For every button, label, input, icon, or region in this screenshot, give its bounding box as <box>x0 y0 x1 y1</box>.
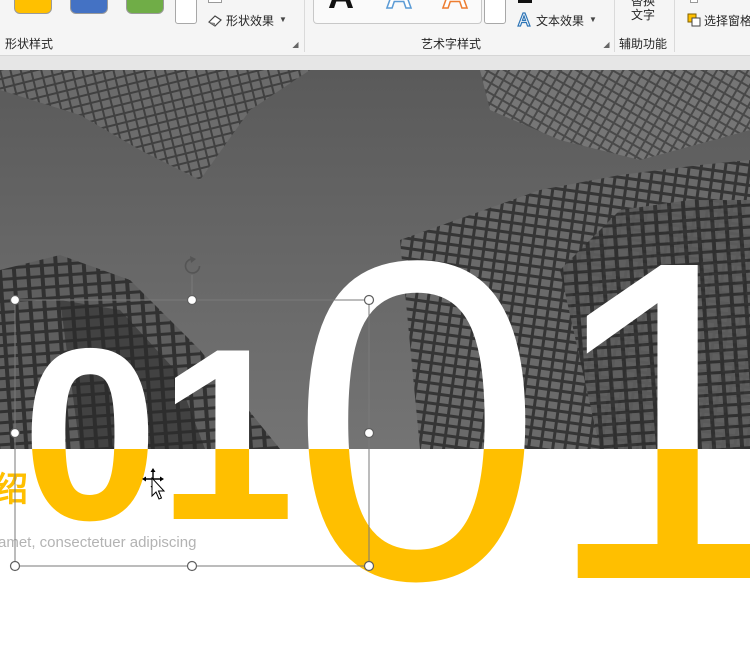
shape-style-swatch-blue[interactable] <box>70 0 108 14</box>
wordart-style-blue-outline[interactable]: A <box>385 0 413 16</box>
section-subtitle-text[interactable]: amet, consectetuer adipiscing <box>0 534 196 551</box>
shape-style-gallery-scroll[interactable] <box>175 0 197 24</box>
shape-outline-button[interactable] <box>208 0 222 3</box>
group-divider <box>304 0 305 52</box>
wordart-gallery-scroll[interactable] <box>484 0 506 24</box>
slide-canvas: 01 01 01 01 绍 amet, consectetuer adipisc… <box>0 56 750 649</box>
group-divider <box>674 0 675 52</box>
alt-text-label-line1: 替换 <box>630 0 655 8</box>
shape-styles-launcher-icon[interactable]: ◢ <box>291 40 300 49</box>
selection-pane-icon <box>687 13 701 27</box>
wordart-style-gallery[interactable]: A A A <box>313 0 482 24</box>
big-number-artwork: 01 01 01 01 <box>22 167 750 649</box>
accessibility-group-label: 辅助功能 <box>619 37 668 51</box>
alt-text-label-line2: 文字 <box>630 8 655 22</box>
shape-style-swatch-green[interactable] <box>126 0 164 14</box>
section-title-text[interactable]: 绍 <box>0 462 28 511</box>
shape-effects-label: 形状效果 <box>226 14 275 28</box>
chevron-down-icon: ▼ <box>589 15 597 24</box>
group-divider <box>614 0 615 52</box>
wordart-styles-group-label: 艺术字样式 <box>421 37 482 51</box>
selection-pane-label: 选择窗格 <box>704 14 750 28</box>
shape-style-swatch-yellow[interactable] <box>14 0 52 14</box>
chevron-down-icon: ▼ <box>279 15 287 24</box>
alt-text-button[interactable]: 替换 文字 <box>626 0 660 22</box>
text-fill-color-bar[interactable] <box>518 0 532 3</box>
align-button-partial[interactable] <box>690 0 698 3</box>
ribbon-toolbar: 形状效果 ▼ 形状样式 ◢ A A A 文本效果 ▼ 艺术字样式 ◢ 替换 文字… <box>0 0 750 56</box>
wordart-style-black[interactable]: A <box>328 0 354 16</box>
slide[interactable]: 01 01 01 01 绍 amet, consectetuer adipisc… <box>0 70 750 649</box>
wordart-styles-launcher-icon[interactable]: ◢ <box>602 40 611 49</box>
shape-styles-group-label: 形状样式 <box>5 37 54 51</box>
text-effects-label: 文本效果 <box>536 14 585 28</box>
shape-effects-icon <box>208 15 222 27</box>
wordart-style-orange-outline[interactable]: A <box>441 0 469 16</box>
text-effects-icon <box>517 12 531 27</box>
